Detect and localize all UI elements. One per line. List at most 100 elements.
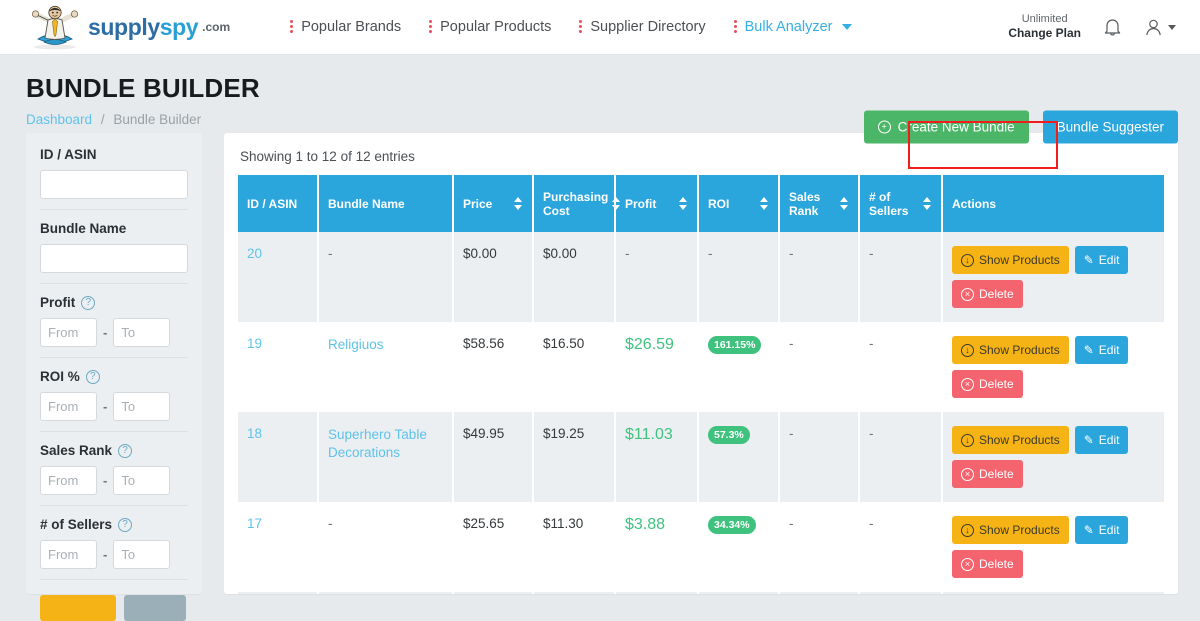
- filter-sales-rank-from-input[interactable]: [40, 466, 97, 495]
- sort-icon[interactable]: [514, 197, 523, 210]
- chevron-down-icon: [842, 24, 852, 30]
- cell-sellers: -: [859, 232, 942, 322]
- cell-profit: -: [625, 246, 630, 261]
- cell-sellers: -: [859, 322, 942, 412]
- cell-price: $0.00: [453, 232, 533, 322]
- edit-button[interactable]: ✎Edit: [1075, 426, 1129, 454]
- id-link[interactable]: 17: [247, 516, 262, 531]
- sort-icon[interactable]: [612, 197, 621, 210]
- change-plan-link[interactable]: Change Plan: [1008, 26, 1081, 41]
- table-header: ID / ASIN Bundle Name Price Purchasing C…: [238, 175, 1164, 232]
- filter-profit-from-input[interactable]: [40, 318, 97, 347]
- bundles-table: ID / ASIN Bundle Name Price Purchasing C…: [238, 175, 1164, 594]
- nav-item-popular-brands[interactable]: Popular Brands: [290, 19, 401, 35]
- delete-label: Delete: [979, 287, 1014, 301]
- delete-button[interactable]: ×Delete: [952, 550, 1023, 578]
- delete-button[interactable]: ×Delete: [952, 370, 1023, 398]
- table-body: 20-$0.00$0.00----↓Show Products✎Edit×Del…: [238, 232, 1164, 594]
- brand-name: supplyspy: [88, 14, 198, 41]
- filter-action-buttons: [40, 591, 188, 621]
- filter-label-text: Profit: [40, 295, 75, 310]
- edit-button[interactable]: ✎Edit: [1075, 246, 1129, 274]
- column-label: Sales Rank: [789, 190, 836, 218]
- help-icon[interactable]: ?: [81, 296, 95, 310]
- column-header-profit[interactable]: Profit: [615, 175, 698, 232]
- edit-button[interactable]: ✎Edit: [1075, 516, 1129, 544]
- sort-icon[interactable]: [679, 197, 688, 210]
- download-circle-icon: ↓: [961, 344, 974, 357]
- show-products-button[interactable]: ↓Show Products: [952, 516, 1069, 544]
- id-link[interactable]: 20: [247, 246, 262, 261]
- delete-label: Delete: [979, 557, 1014, 571]
- id-link[interactable]: 19: [247, 336, 262, 351]
- sort-icon[interactable]: [760, 197, 769, 210]
- show-products-button[interactable]: ↓Show Products: [952, 426, 1069, 454]
- show-products-label: Show Products: [979, 433, 1060, 447]
- table-row: 17-$25.65$11.30$3.8834.34%--↓Show Produc…: [238, 502, 1164, 592]
- sort-icon[interactable]: [923, 197, 932, 210]
- filter-roi-to-input[interactable]: [113, 392, 170, 421]
- cell-sales-rank: -: [779, 502, 859, 592]
- bell-icon[interactable]: [1103, 17, 1122, 37]
- filter-id-asin-input[interactable]: [40, 170, 188, 199]
- nav-item-bulk-analyzer[interactable]: Bulk Analyzer: [734, 19, 853, 35]
- cell-roi-wrap: 161.15%: [698, 322, 779, 412]
- cell-roi-wrap: 137%: [698, 592, 779, 594]
- column-header-bundle-name[interactable]: Bundle Name: [318, 175, 453, 232]
- breadcrumb-dashboard-link[interactable]: Dashboard: [26, 112, 92, 127]
- column-header-price[interactable]: Price: [453, 175, 533, 232]
- filter-sellers-from-input[interactable]: [40, 540, 97, 569]
- column-header-sales-rank[interactable]: Sales Rank: [779, 175, 859, 232]
- cell-id-asin: 20: [238, 232, 318, 322]
- help-icon[interactable]: ?: [86, 370, 100, 384]
- table-entries-summary: Showing 1 to 12 of 12 entries: [240, 149, 1164, 164]
- filter-sellers-to-input[interactable]: [113, 540, 170, 569]
- help-icon[interactable]: ?: [118, 518, 132, 532]
- filter-profit-to-input[interactable]: [113, 318, 170, 347]
- plan-status[interactable]: Unlimited Change Plan: [1008, 13, 1081, 42]
- edit-button[interactable]: ✎Edit: [1075, 336, 1129, 364]
- cell-price: $14.95: [453, 592, 533, 594]
- cell-bundle-name[interactable]: Religiuos: [328, 337, 384, 352]
- apply-filters-button[interactable]: [40, 595, 116, 621]
- page-action-buttons: + Create New Bundle Bundle Suggester: [864, 111, 1178, 144]
- column-header-roi[interactable]: ROI: [698, 175, 779, 232]
- show-products-button[interactable]: ↓Show Products: [952, 336, 1069, 364]
- column-header-id-asin[interactable]: ID / ASIN: [238, 175, 318, 232]
- nav-item-label: Popular Products: [440, 19, 551, 35]
- filter-sales-rank-to-input[interactable]: [113, 466, 170, 495]
- pencil-icon: ✎: [1084, 433, 1094, 447]
- sort-icon[interactable]: [840, 197, 849, 210]
- filter-group-sellers: # of Sellers ? -: [40, 517, 188, 580]
- cell-purchasing-cost: $0.00: [533, 232, 615, 322]
- filter-label-text: Bundle Name: [40, 221, 126, 236]
- nav-item-popular-products[interactable]: Popular Products: [429, 19, 551, 35]
- row-action-buttons: ↓Show Products✎Edit ×Delete: [952, 516, 1155, 578]
- cell-purchasing-cost: $11.30: [533, 502, 615, 592]
- filter-roi-from-input[interactable]: [40, 392, 97, 421]
- column-label: Price: [463, 197, 492, 211]
- help-icon[interactable]: ?: [118, 444, 132, 458]
- nav-item-label: Supplier Directory: [590, 19, 705, 35]
- cell-roi-wrap: 57.3%: [698, 412, 779, 502]
- column-header-sellers[interactable]: # of Sellers: [859, 175, 942, 232]
- delete-button[interactable]: ×Delete: [952, 280, 1023, 308]
- bundle-suggester-button[interactable]: Bundle Suggester: [1043, 111, 1178, 144]
- filter-range-row: -: [40, 318, 188, 347]
- filter-bundle-name-input[interactable]: [40, 244, 188, 273]
- cell-actions: ↓Show Products✎Edit ×Delete: [942, 322, 1164, 412]
- cell-bundle-name[interactable]: Superhero Table Decorations: [328, 427, 427, 460]
- brand-logo[interactable]: supplyspy .com: [26, 3, 230, 51]
- show-products-button[interactable]: ↓Show Products: [952, 246, 1069, 274]
- user-account-menu[interactable]: [1144, 18, 1176, 37]
- column-header-purchasing-cost[interactable]: Purchasing Cost: [533, 175, 615, 232]
- create-new-bundle-button[interactable]: + Create New Bundle: [864, 111, 1029, 144]
- column-header-actions: Actions: [942, 175, 1164, 232]
- nav-item-supplier-directory[interactable]: Supplier Directory: [579, 19, 705, 35]
- delete-button[interactable]: ×Delete: [952, 460, 1023, 488]
- id-link[interactable]: 18: [247, 426, 262, 441]
- cell-profit-wrap: $11.03: [615, 412, 698, 502]
- reset-filters-button[interactable]: [124, 595, 186, 621]
- filter-label-text: # of Sellers: [40, 517, 112, 532]
- cell-profit: $26.59: [625, 336, 674, 353]
